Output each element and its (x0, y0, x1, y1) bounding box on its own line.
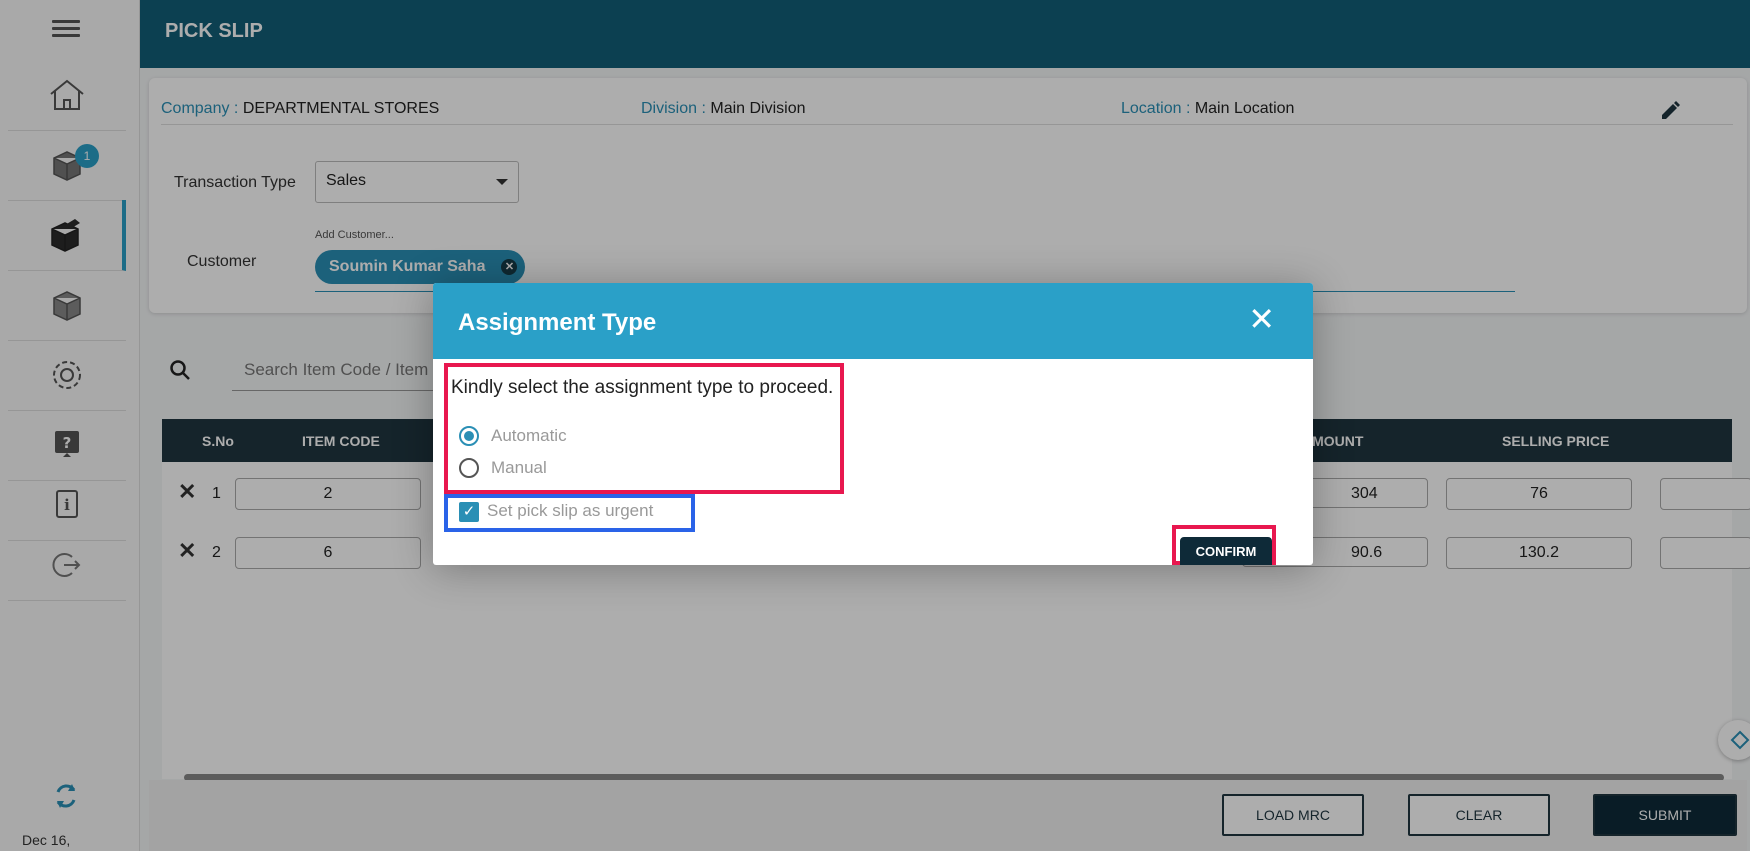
automatic-radio[interactable] (459, 426, 479, 446)
urgent-checkbox[interactable]: ✓ (459, 502, 479, 522)
automatic-label[interactable]: Automatic (491, 426, 567, 446)
manual-label[interactable]: Manual (491, 458, 547, 478)
assignment-type-dialog: Assignment Type ✕ Kindly select the assi… (433, 283, 1313, 565)
urgent-label[interactable]: Set pick slip as urgent (487, 501, 653, 521)
manual-radio[interactable] (459, 458, 479, 478)
dialog-prompt: Kindly select the assignment type to pro… (451, 377, 834, 398)
confirm-button[interactable]: CONFIRM (1180, 537, 1272, 565)
close-icon[interactable]: ✕ (1248, 300, 1275, 338)
dialog-title: Assignment Type (458, 309, 657, 336)
dialog-header: Assignment Type ✕ (433, 283, 1313, 359)
